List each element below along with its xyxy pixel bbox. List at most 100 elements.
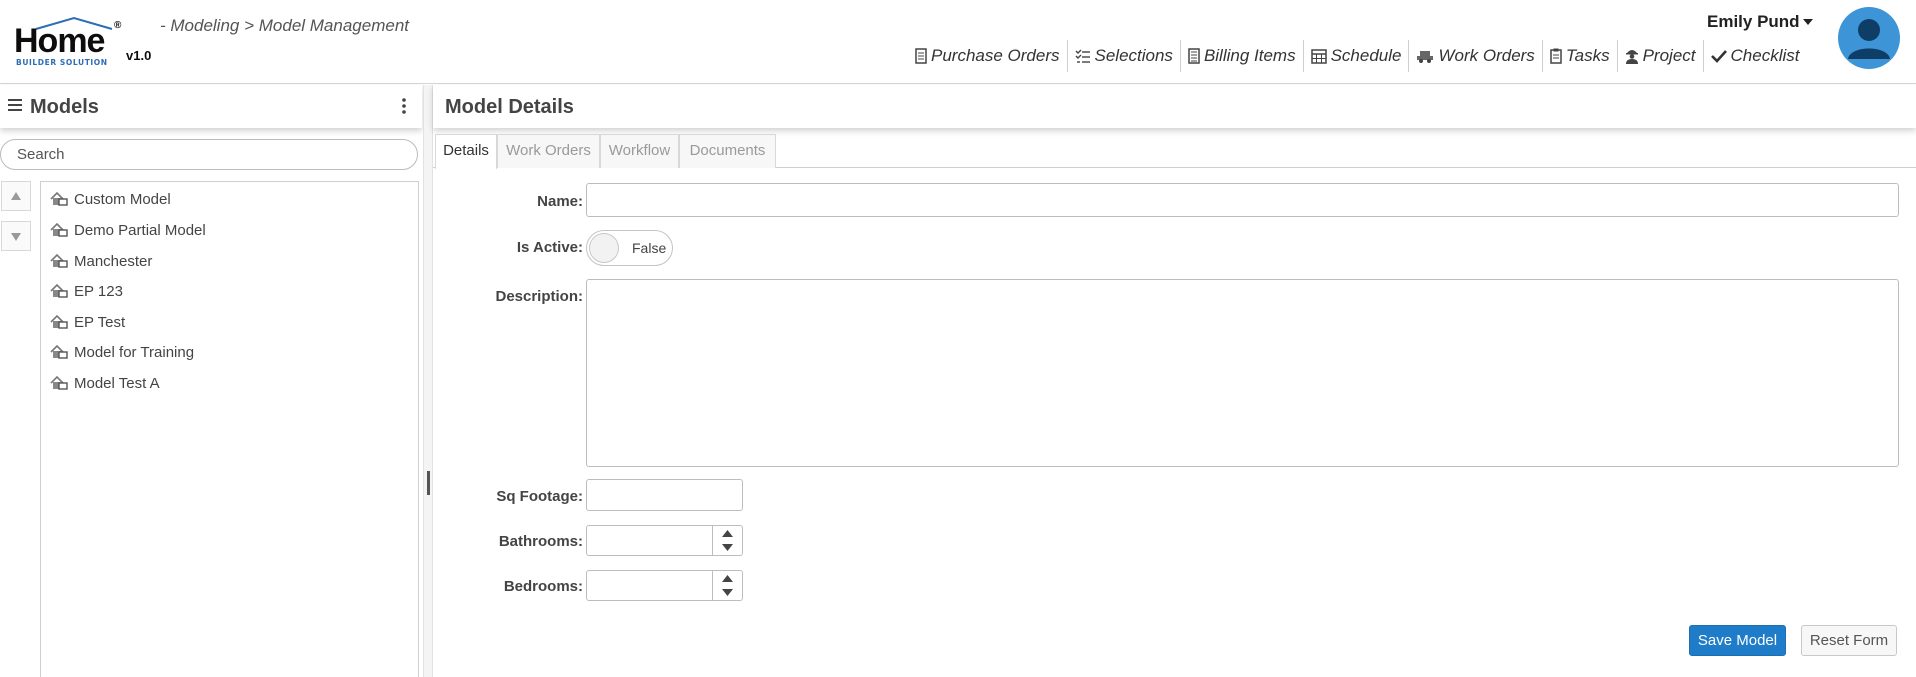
nav-purchase-orders[interactable]: Purchase Orders [908,40,1067,72]
user-menu-name[interactable]: Emily Pund [1707,12,1800,32]
tree-item-custom-model[interactable]: Custom Model [50,188,171,210]
top-navigation: Purchase Orders Selections Billing Items… [908,40,1806,72]
tree-item-label: Model for Training [74,343,195,361]
tab-work-orders[interactable]: Work Orders [497,134,600,168]
house-icon [50,223,68,237]
model-details-title: Model Details [445,96,574,118]
house-icon [50,345,68,359]
models-panel-header: Models [0,85,422,128]
tab-details[interactable]: Details [435,134,497,169]
more-options-icon[interactable] [402,98,406,114]
triangle-down-icon [722,544,733,551]
nav-billing-items[interactable]: Billing Items [1179,40,1303,72]
model-details-header: Model Details [433,85,1916,128]
house-icon [50,192,68,206]
nav-label: Purchase Orders [931,46,1060,65]
clipboard-icon [1550,48,1562,64]
tree-item-manchester[interactable]: Manchester [50,250,152,272]
document-icon [915,48,927,64]
reset-form-button[interactable]: Reset Form [1801,625,1897,656]
tree-item-ep-123[interactable]: EP 123 [50,280,123,302]
nav-label: Checklist [1730,46,1800,65]
nav-label: Work Orders [1438,46,1535,65]
logo-subtext: BUILDER SOLUTION [16,58,108,67]
description-textarea[interactable] [586,279,1899,467]
truck-icon [1417,51,1434,63]
tree-item-label: Demo Partial Model [74,221,206,239]
triangle-up-icon [722,530,733,537]
app-version: v1.0 [126,48,152,63]
nav-label: Selections [1094,46,1173,65]
nav-label: Project [1642,46,1696,65]
sq-footage-input[interactable] [586,479,743,511]
avatar[interactable] [1838,7,1900,69]
save-model-button[interactable]: Save Model [1689,625,1786,656]
hamburger-menu-icon[interactable] [8,99,22,111]
tree-item-model-for-training[interactable]: Model for Training [50,341,194,363]
tab-workflow[interactable]: Workflow [600,134,679,168]
tree-item-label: Manchester [74,252,153,270]
bedrooms-decrement-button[interactable] [713,585,742,600]
nav-selections[interactable]: Selections [1066,40,1180,72]
name-input[interactable] [586,183,1899,217]
nav-label: Schedule [1330,46,1402,65]
house-icon [50,284,68,298]
app-logo[interactable]: Home ® BUILDER SOLUTION v1.0 [14,16,154,70]
bathrooms-decrement-button[interactable] [713,540,742,555]
triangle-down-icon [11,233,21,241]
models-search-input[interactable] [0,139,418,170]
splitter-grip-icon[interactable] [427,471,430,495]
tree-item-label: Custom Model [74,190,171,208]
tree-item-label: Model Test A [74,374,160,392]
triangle-up-icon [11,192,21,200]
list-icon [1188,48,1200,64]
nav-label: Billing Items [1203,46,1296,65]
checklist-icon [1075,49,1090,63]
worker-icon [1625,50,1638,64]
tree-item-label: EP 123 [74,282,123,300]
bathrooms-stepper[interactable] [586,525,743,556]
triangle-down-icon [722,589,733,596]
house-icon [50,315,68,329]
scroll-down-button[interactable] [1,221,31,251]
tree-item-ep-test[interactable]: EP Test [50,311,125,333]
tree-item-label: EP Test [74,313,126,331]
details-tabs: Details Work Orders Workflow Documents [433,134,1916,169]
name-label: Name: [537,193,583,210]
tree-item-model-test-a[interactable]: Model Test A [50,372,160,394]
bedrooms-stepper[interactable] [586,570,743,601]
tree-item-demo-partial-model[interactable]: Demo Partial Model [50,219,206,241]
sq-footage-label: Sq Footage: [496,488,583,505]
bathrooms-label: Bathrooms: [498,533,583,550]
triangle-up-icon [722,575,733,582]
logo-text: Home [14,22,105,60]
models-tree: Custom Model Demo Partial Model Manchest… [40,181,419,677]
nav-label: Tasks [1565,46,1610,65]
nav-schedule[interactable]: Schedule [1302,40,1409,72]
is-active-label: Is Active: [516,239,583,256]
panel-splitter[interactable] [423,85,433,677]
bathrooms-stepper-buttons [712,526,742,555]
nav-checklist[interactable]: Checklist [1702,40,1807,72]
bathrooms-increment-button[interactable] [713,526,742,541]
is-active-toggle[interactable]: False [586,230,673,266]
checkmark-icon [1710,50,1727,63]
calendar-icon [1310,49,1327,64]
models-panel-title: Models [30,96,99,118]
house-icon [50,254,68,268]
bedrooms-stepper-buttons [712,571,742,600]
logo-registered-mark: ® [114,20,122,31]
model-details-panel: Model Details Details Work Orders Workfl… [433,85,1916,677]
toggle-knob [589,233,619,263]
house-icon [50,376,68,390]
nav-work-orders[interactable]: Work Orders [1408,40,1541,72]
app-header: Home ® BUILDER SOLUTION v1.0 - Modeling … [0,0,1916,84]
bedrooms-label: Bedrooms: [503,578,583,595]
tab-documents[interactable]: Documents [679,134,776,168]
bedrooms-increment-button[interactable] [713,571,742,586]
user-icon [1848,19,1890,59]
caret-down-icon[interactable] [1803,19,1813,25]
nav-project[interactable]: Project [1616,40,1703,72]
scroll-up-button[interactable] [1,181,31,211]
nav-tasks[interactable]: Tasks [1541,40,1617,72]
